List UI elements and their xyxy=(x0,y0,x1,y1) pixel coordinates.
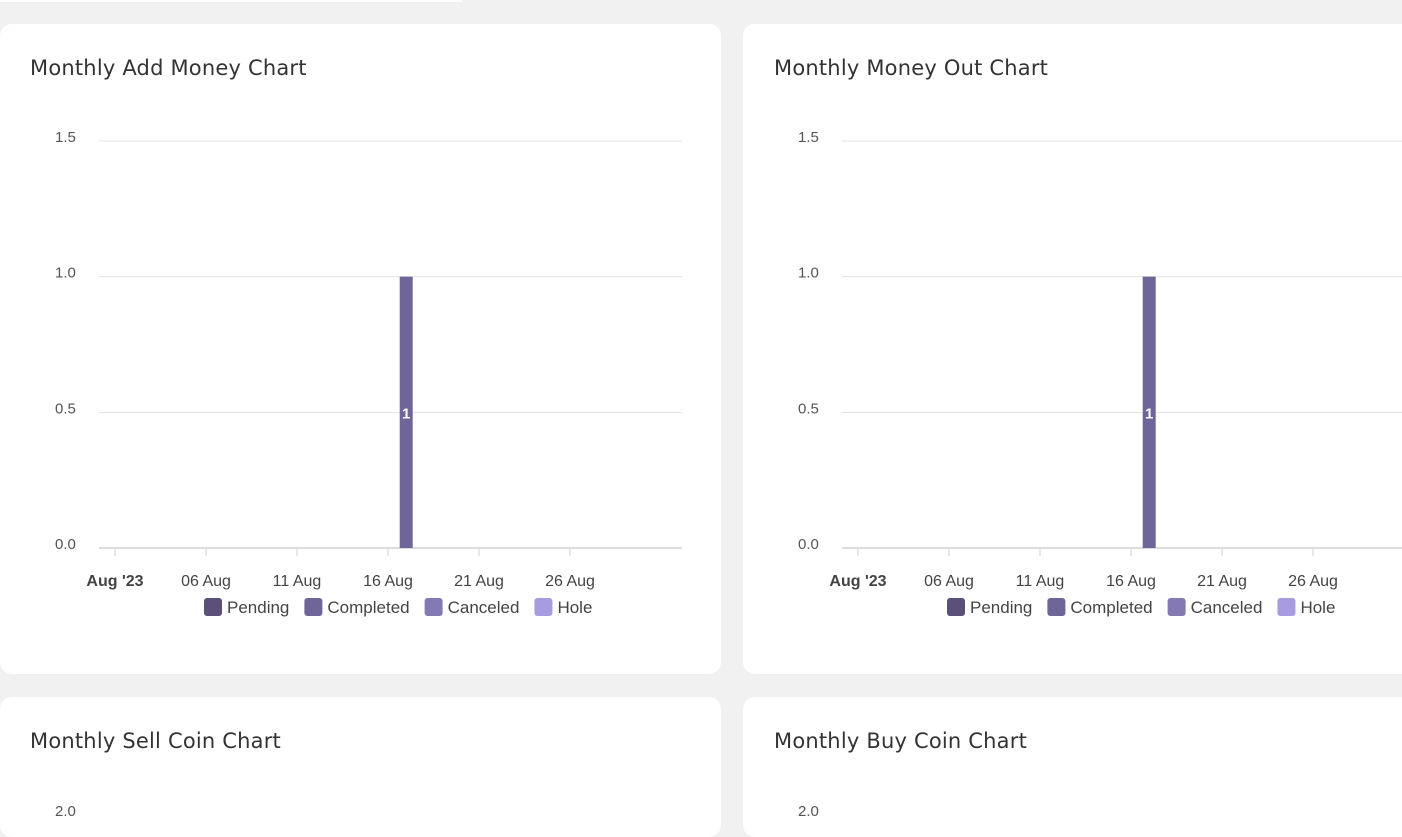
legend-item-hole: Hole xyxy=(534,598,592,617)
y-tick-label: 0.5 xyxy=(55,400,76,417)
x-tick-label: 21 Aug xyxy=(454,573,504,590)
y-tick-label: 1.5 xyxy=(55,129,76,146)
legend-item-pending: Pending xyxy=(947,598,1032,617)
x-tick-label: 11 Aug xyxy=(273,573,322,590)
bar-data-label: 1 xyxy=(402,405,410,422)
legend-swatch xyxy=(304,598,323,616)
legend-swatch xyxy=(1047,598,1066,616)
y-tick-label: 0.5 xyxy=(798,400,819,417)
y-tick-label: 0.0 xyxy=(55,536,76,553)
legend-label: Canceled xyxy=(1191,598,1263,617)
legend-label: Completed xyxy=(327,598,409,617)
add-money-chart-card: Monthly Add Money Chart 1.5 1.0 0.5 0.0 Aug … xyxy=(0,24,721,674)
legend-label: Completed xyxy=(1070,598,1152,617)
money-out-chart-card: Monthly Money Out Chart 1.5 1.0 0.5 0.0 Aug … xyxy=(743,24,1402,674)
legend-label: Pending xyxy=(227,598,289,617)
x-tick-label: 26 Aug xyxy=(545,573,595,590)
legend-item-completed: Completed xyxy=(304,598,410,617)
x-tick-label: 16 Aug xyxy=(1106,573,1156,590)
y-tick-label: 1.0 xyxy=(55,265,76,282)
legend-label: Hole xyxy=(557,598,592,617)
x-tick-label: 16 Aug xyxy=(363,573,413,590)
legend-swatch xyxy=(1277,598,1296,616)
y-tick-label: 1.5 xyxy=(798,129,819,146)
sell-coin-chart-card: Monthly Sell Coin Chart 2.0 xyxy=(0,697,721,837)
x-tick-label: Aug '23 xyxy=(86,573,143,590)
legend-swatch xyxy=(204,598,222,616)
y-tick-label: 2.0 xyxy=(55,803,76,820)
legend-item-completed: Completed xyxy=(1047,598,1153,617)
legend-item-canceled: Canceled xyxy=(424,598,520,617)
y-tick-label: 0.0 xyxy=(798,536,819,553)
legend-swatch xyxy=(1167,598,1186,616)
x-tick-label: 06 Aug xyxy=(181,573,231,590)
buy-coin-chart: 2.0 xyxy=(798,803,819,820)
buy-coin-chart-card: Monthly Buy Coin Chart 2.0 xyxy=(743,697,1402,837)
x-tick-label: Aug '23 xyxy=(829,573,886,590)
legend-swatch xyxy=(424,598,443,616)
legend-label: Hole xyxy=(1300,598,1335,617)
legend-swatch xyxy=(947,598,965,616)
sell-coin-chart: 2.0 xyxy=(55,803,76,820)
x-tick-label: 11 Aug xyxy=(1016,573,1065,590)
legend-item-canceled: Canceled xyxy=(1167,598,1263,617)
top-strip xyxy=(0,0,462,2)
bar-data-label: 1 xyxy=(1145,405,1153,422)
x-tick-label: 26 Aug xyxy=(1288,573,1338,590)
legend-label: Canceled xyxy=(448,598,520,617)
legend-item-hole: Hole xyxy=(1277,598,1335,617)
legend-item-pending: Pending xyxy=(204,598,289,617)
x-tick-label: 21 Aug xyxy=(1197,573,1247,590)
x-tick-label: 06 Aug xyxy=(924,573,974,590)
add-money-chart: 1.5 1.0 0.5 0.0 Aug '23 06 Aug 11 Aug 16 Aug 21 … xyxy=(55,129,682,617)
legend-swatch xyxy=(534,598,553,616)
money-out-chart: 1.5 1.0 0.5 0.0 Aug '23 06 Aug 11 Aug 16 Aug 21 … xyxy=(798,129,1402,617)
legend-label: Pending xyxy=(970,598,1032,617)
y-tick-label: 1.0 xyxy=(798,265,819,282)
y-tick-label: 2.0 xyxy=(798,803,819,820)
